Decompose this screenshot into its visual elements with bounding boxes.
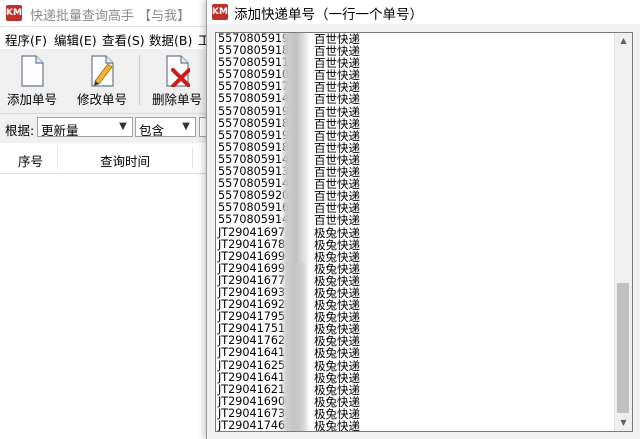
dialog-title-bar: KM 添加快递单号（一行一个单号） bbox=[207, 0, 640, 24]
tracking-number: JT29041641 bbox=[218, 346, 286, 360]
vertical-scrollbar[interactable]: ▲ ▼ bbox=[614, 33, 632, 431]
column-header-query-time[interactable]: 查询时间 bbox=[100, 151, 150, 170]
main-window: KM 快递批量查询高手 【与我】 程序(F) 编辑(E) 查看(S) 数据(B)… bbox=[0, 0, 213, 439]
tracking-line: JT29041625 极兔快递 bbox=[218, 358, 613, 373]
tracking-number: 5570805914 bbox=[218, 213, 290, 227]
tracking-line: JT29041699 极兔快递 bbox=[218, 249, 613, 264]
tracking-line: 5570805918 百世快递 bbox=[218, 116, 613, 131]
carrier-name: 百世快递 bbox=[314, 104, 360, 119]
table-header: 序号 查询时间 bbox=[0, 143, 210, 174]
tracking-number: JT29041621 bbox=[218, 382, 286, 396]
tracking-numbers-textarea[interactable]: 5570805919 百世快递 5570805918 百世快递 5570805911 百世… bbox=[215, 32, 633, 432]
carrier-name: 极兔快递 bbox=[314, 346, 360, 361]
add-document-icon bbox=[21, 55, 44, 87]
edit-number-label: 修改单号 bbox=[76, 92, 127, 107]
dialog-body: 5570805919 百世快递 5570805918 百世快递 5570805911 百世… bbox=[207, 24, 640, 439]
tracking-line: 5570805914 百世快递 bbox=[218, 92, 613, 107]
menu-bar: 程序(F) 编辑(E) 查看(S) 数据(B) 工 bbox=[0, 27, 211, 49]
dialog-app-icon: KM bbox=[212, 4, 228, 20]
carrier-name: 百世快递 bbox=[314, 92, 360, 107]
tracking-number: 5570805914 bbox=[218, 92, 290, 106]
column-header-index[interactable]: 序号 bbox=[18, 151, 43, 170]
tracking-number: JT29041625 bbox=[218, 358, 286, 372]
tracking-line: JT29041746 极兔快递 bbox=[218, 419, 613, 432]
toolbar: 添加单号 修改单号 删除单号 bbox=[0, 49, 210, 114]
delete-document-icon bbox=[166, 55, 190, 87]
filter-field-value: 更新量 bbox=[41, 123, 79, 138]
tracking-lines: 5570805919 百世快递 5570805918 百世快递 5570805911 百世… bbox=[218, 33, 613, 432]
tracking-line: JT29041641 极兔快递 bbox=[218, 370, 613, 385]
menu-data[interactable]: 数据(B) bbox=[149, 30, 192, 49]
tracking-line: JT29041678 极兔快递 bbox=[218, 237, 613, 252]
carrier-name: 百世快递 bbox=[314, 213, 360, 228]
add-number-label: 添加单号 bbox=[6, 92, 57, 107]
dialog-title: 添加快递单号（一行一个单号） bbox=[234, 7, 423, 23]
carrier-name: 极兔快递 bbox=[314, 382, 360, 397]
toolbar-divider bbox=[139, 55, 140, 105]
filter-match-value: 包含 bbox=[139, 123, 165, 138]
filter-bar: 根据: 更新量 ▼ 包含 ▼ bbox=[0, 114, 213, 142]
scroll-up-arrow-icon[interactable]: ▲ bbox=[615, 33, 632, 49]
menu-edit[interactable]: 编辑(E) bbox=[54, 30, 97, 49]
menu-program[interactable]: 程序(F) bbox=[5, 30, 47, 49]
filter-label: 根据: bbox=[5, 123, 35, 138]
menu-view[interactable]: 查看(S) bbox=[102, 30, 145, 49]
tracking-number: JT29041697 bbox=[218, 225, 286, 239]
add-number-button[interactable]: 添加单号 bbox=[4, 51, 60, 109]
tracking-number: JT29041678 bbox=[218, 237, 286, 251]
tracking-number: 5570805918 bbox=[218, 116, 290, 130]
chevron-down-icon: ▼ bbox=[182, 121, 190, 132]
scrollbar-thumb[interactable] bbox=[617, 283, 629, 413]
filter-match-select[interactable]: 包含 ▼ bbox=[135, 117, 196, 138]
delete-number-button[interactable]: 删除单号 bbox=[148, 51, 206, 109]
tracking-line: 5570805914 百世快递 bbox=[218, 213, 613, 228]
edit-number-button[interactable]: 修改单号 bbox=[74, 51, 130, 109]
carrier-name: 极兔快递 bbox=[314, 249, 360, 264]
results-table: 序号 查询时间 bbox=[0, 143, 210, 439]
tracking-number: JT29041641 bbox=[218, 370, 286, 384]
carrier-name: 极兔快递 bbox=[314, 225, 360, 240]
carrier-name: 极兔快递 bbox=[314, 358, 360, 373]
tracking-number: 5570805919 bbox=[218, 104, 290, 118]
scroll-down-arrow-icon[interactable]: ▼ bbox=[615, 415, 632, 431]
redaction-blur bbox=[290, 263, 308, 431]
tracking-number: JT29041746 bbox=[218, 419, 286, 432]
main-window-title: 快递批量查询高手 【与我】 bbox=[30, 9, 191, 24]
filter-field-select[interactable]: 更新量 ▼ bbox=[37, 117, 133, 138]
tracking-line: JT29041697 极兔快递 bbox=[218, 225, 613, 240]
app-logo-icon: KM bbox=[6, 5, 22, 21]
carrier-name: 百世快递 bbox=[314, 116, 360, 131]
column-divider[interactable] bbox=[192, 147, 193, 169]
edit-document-icon bbox=[91, 55, 114, 87]
tracking-line: 5570805919 百世快递 bbox=[218, 104, 613, 119]
add-tracking-dialog: KM 添加快递单号（一行一个单号） 5570805919 百世快递 55708059… bbox=[206, 0, 640, 439]
main-title-bar: KM 快递批量查询高手 【与我】 bbox=[0, 0, 210, 27]
tracking-number: JT29041699 bbox=[218, 249, 286, 263]
tracking-line: JT29041621 极兔快递 bbox=[218, 382, 613, 397]
carrier-name: 极兔快递 bbox=[314, 419, 360, 432]
carrier-name: 极兔快递 bbox=[314, 237, 360, 252]
tracking-line: JT29041641 极兔快递 bbox=[218, 346, 613, 361]
delete-number-label: 删除单号 bbox=[151, 92, 202, 107]
column-divider[interactable] bbox=[57, 147, 58, 169]
chevron-down-icon: ▼ bbox=[119, 121, 127, 132]
carrier-name: 极兔快递 bbox=[314, 370, 360, 385]
